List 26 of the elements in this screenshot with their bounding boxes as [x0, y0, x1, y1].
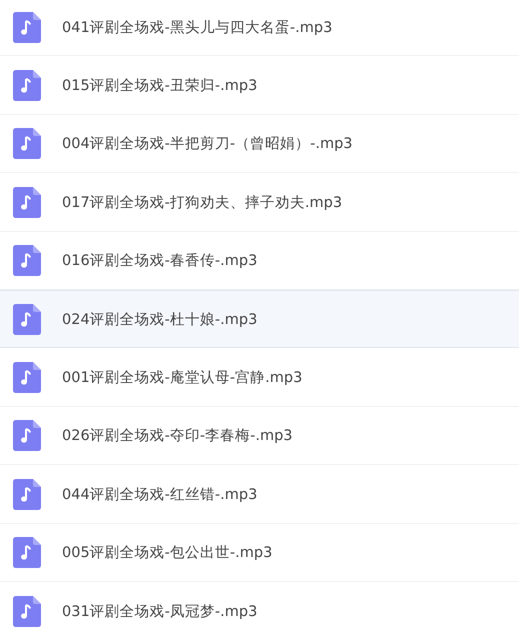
file-name: 024评剧全场戏-杜十娘-.mp3 [62, 310, 258, 329]
file-name: 001评剧全场戏-庵堂认母-宫静.mp3 [62, 368, 302, 388]
audio-file-icon [13, 186, 41, 218]
file-row[interactable]: 026评剧全场戏-夺印-李春梅-.mp3 [0, 406, 519, 466]
file-row[interactable]: 024评剧全场戏-杜十娘-.mp3 [0, 290, 519, 348]
file-name: 041评剧全场戏-黑头儿与四大名蛋-.mp3 [62, 18, 332, 37]
file-name: 015评剧全场戏-丑荣归-.mp3 [62, 77, 258, 96]
audio-file-icon [13, 70, 41, 102]
file-name: 016评剧全场戏-春香传-.mp3 [62, 252, 258, 270]
audio-file-icon [13, 12, 41, 43]
file-name: 031评剧全场戏-凤冠梦-.mp3 [62, 602, 258, 621]
audio-file-icon [13, 245, 41, 276]
audio-file-icon [13, 478, 41, 510]
audio-file-icon [13, 537, 41, 568]
file-row[interactable]: 005评剧全场戏-包公出世-.mp3 [0, 524, 519, 582]
file-name: 026评剧全场戏-夺印-李春梅-.mp3 [62, 427, 293, 446]
audio-file-icon [13, 420, 41, 452]
audio-file-icon [13, 128, 41, 160]
file-name: 044评剧全场戏-红丝错-.mp3 [62, 486, 258, 504]
file-name: 017评剧全场戏-打狗劝夫、摔子劝夫.mp3 [62, 194, 342, 212]
audio-file-icon [13, 596, 41, 627]
file-name: 004评剧全场戏-半把剪刀-（曾昭娟）-.mp3 [62, 134, 353, 154]
file-name: 005评剧全场戏-包公出世-.mp3 [62, 544, 272, 562]
audio-file-icon [13, 362, 41, 394]
audio-file-icon [13, 304, 41, 335]
file-row[interactable]: 016评剧全场戏-春香传-.mp3 [0, 232, 519, 290]
